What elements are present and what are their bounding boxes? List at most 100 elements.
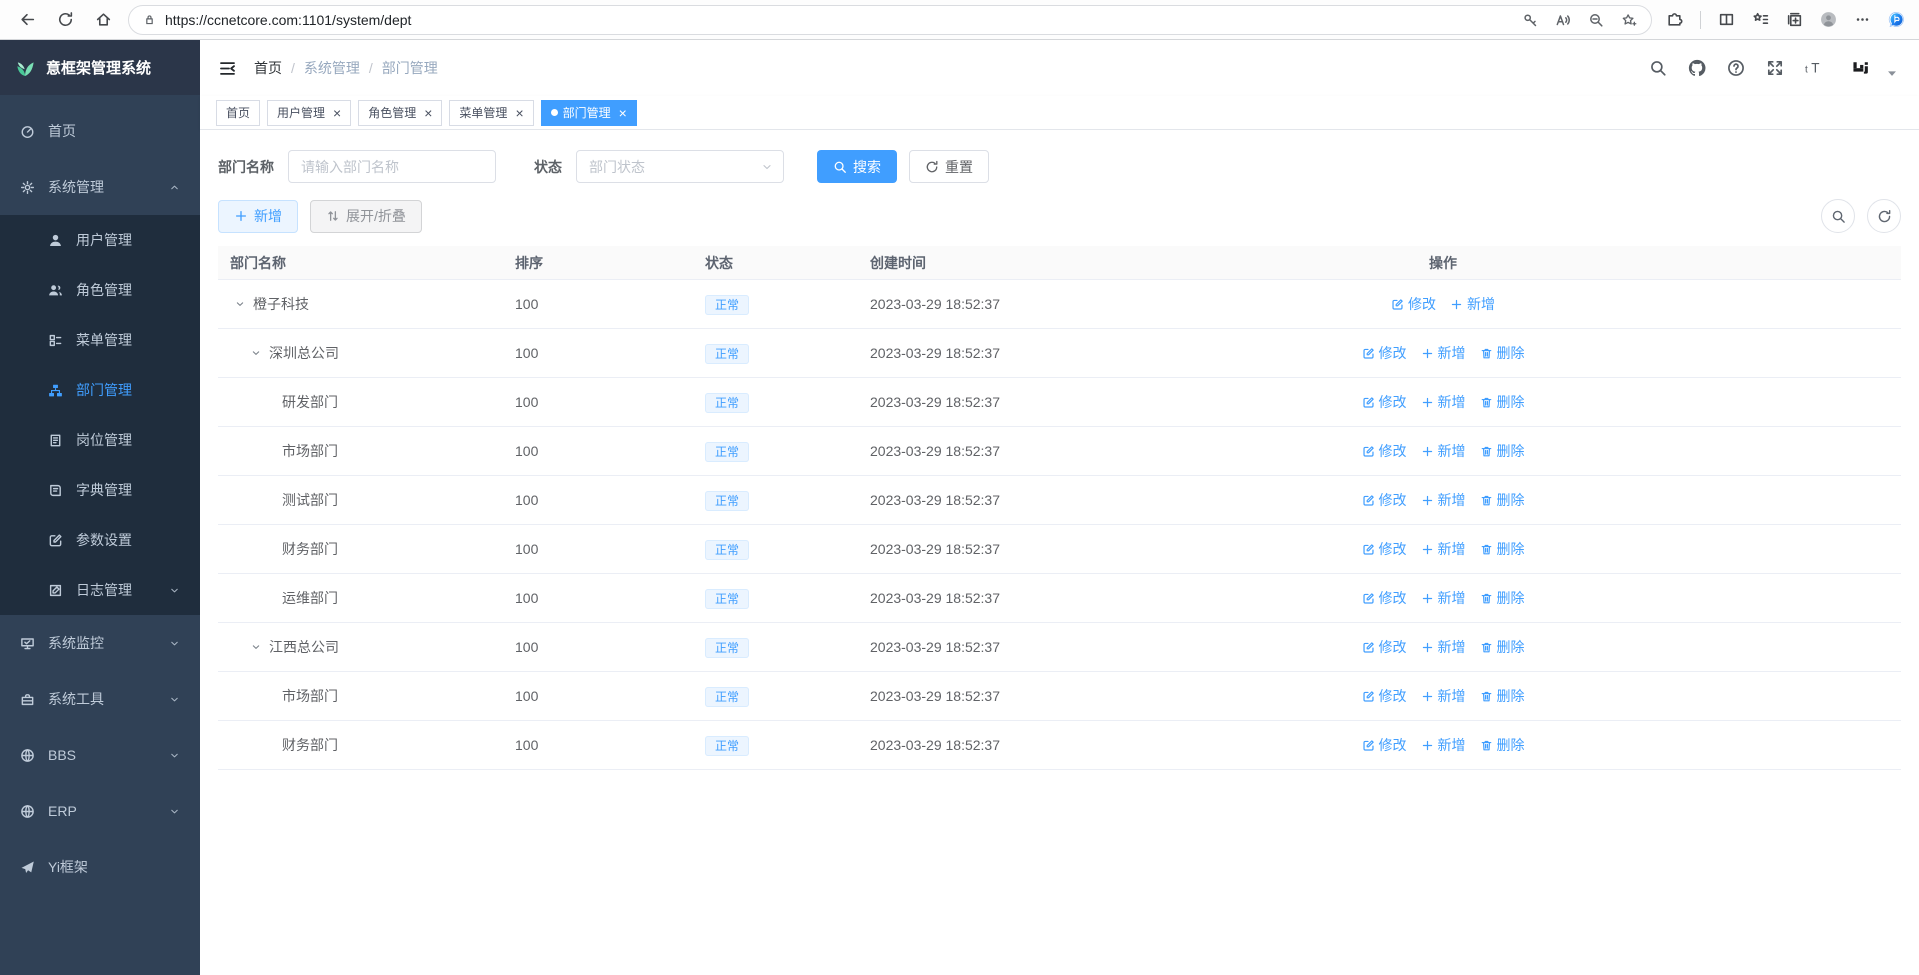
expand-collapse-button[interactable]: 展开/折叠 [310,200,422,233]
fullscreen-icon[interactable] [1766,59,1784,77]
delete-button[interactable]: 删除 [1480,735,1525,755]
toggle-search-button[interactable] [1821,199,1855,233]
browser-refresh-button[interactable] [52,7,78,33]
status-badge: 正常 [705,540,749,560]
sidebar-item-role-mgmt[interactable]: 角色管理 [0,265,200,315]
read-aloud-icon[interactable] [1555,12,1571,28]
reset-button[interactable]: 重置 [909,150,989,183]
tab-user-mgmt[interactable]: 用户管理× [267,100,351,126]
breadcrumb: 首页/系统管理/部门管理 [254,58,438,78]
modify-button[interactable]: 修改 [1362,735,1407,755]
browser-home-button[interactable] [90,7,116,33]
add-favorite-icon[interactable] [1621,12,1637,28]
collapse-row-icon[interactable] [250,347,262,359]
globe-icon [20,748,35,763]
status-select[interactable]: 部门状态 [576,150,784,183]
delete-button[interactable]: 删除 [1480,392,1525,412]
modify-button[interactable]: 修改 [1362,588,1407,608]
chevron-down-icon [169,585,180,596]
address-bar[interactable]: https://ccnetcore.com:1101/system/dept [128,5,1652,35]
sidebar-item-post-mgmt[interactable]: 岗位管理 [0,415,200,465]
collapse-row-icon[interactable] [234,298,246,310]
font-size-icon[interactable]: tT [1805,59,1823,77]
add-button[interactable]: 新增 [1421,686,1466,706]
add-button[interactable]: 新增 [1421,588,1466,608]
delete-button[interactable]: 删除 [1480,686,1525,706]
breadcrumb-item[interactable]: 首页 [254,58,282,78]
plus-icon [1421,543,1434,556]
collapse-sidebar-icon[interactable] [218,59,237,78]
url-text[interactable]: https://ccnetcore.com:1101/system/dept [165,12,1513,28]
modify-button[interactable]: 修改 [1362,637,1407,657]
delete-button[interactable]: 删除 [1480,343,1525,363]
modify-button[interactable]: 修改 [1362,490,1407,510]
modify-button[interactable]: 修改 [1362,343,1407,363]
delete-button[interactable]: 删除 [1480,490,1525,510]
delete-button[interactable]: 删除 [1480,588,1525,608]
tab-home[interactable]: 首页 [216,100,260,126]
zoom-out-icon[interactable] [1588,12,1604,28]
collections-icon[interactable] [1786,11,1803,28]
favorites-icon[interactable] [1752,11,1769,28]
search-button[interactable]: 搜索 [817,150,897,183]
modify-button[interactable]: 修改 [1362,686,1407,706]
close-tab-icon[interactable]: × [424,106,432,120]
profile-avatar[interactable] [1820,11,1837,28]
add-button[interactable]: 新增 [1450,294,1495,314]
sidebar-item-dict-mgmt[interactable]: 字典管理 [0,465,200,515]
header-search-icon[interactable] [1649,59,1667,77]
sidebar-item-system-mgmt[interactable]: 系统管理 [0,159,200,215]
sidebar-item-home[interactable]: 首页 [0,103,200,159]
close-tab-icon[interactable]: × [619,106,627,120]
refresh-table-button[interactable] [1867,199,1901,233]
sidebar-item-yi-framework[interactable]: Yi框架 [0,839,200,895]
delete-button[interactable]: 删除 [1480,637,1525,657]
chevron-down-icon [761,161,773,173]
sidebar-item-system-tools[interactable]: 系统工具 [0,671,200,727]
collapse-row-icon[interactable] [250,641,262,653]
add-button[interactable]: 新增 [1421,392,1466,412]
sidebar-item-dept-mgmt[interactable]: 部门管理 [0,365,200,415]
help-icon[interactable] [1727,59,1745,77]
user-avatar[interactable] [1852,59,1870,77]
sidebar-item-bbs[interactable]: BBS [0,727,200,783]
modify-button[interactable]: 修改 [1362,441,1407,461]
add-button[interactable]: 新增 [1421,637,1466,657]
delete-button[interactable]: 删除 [1480,539,1525,559]
split-screen-icon[interactable] [1718,11,1735,28]
copilot-icon[interactable] [1888,11,1905,28]
add-button[interactable]: 新增 [1421,441,1466,461]
sidebar-item-erp[interactable]: ERP [0,783,200,839]
sidebar-item-system-monitor[interactable]: 系统监控 [0,615,200,671]
sidebar-item-log-mgmt[interactable]: 日志管理 [0,565,200,615]
add-button[interactable]: 新增 [1421,490,1466,510]
user-menu-caret-icon[interactable] [1883,64,1901,82]
sidebar-item-menu-mgmt[interactable]: 菜单管理 [0,315,200,365]
book-icon [48,483,63,498]
sidebar-item-param-settings[interactable]: 参数设置 [0,515,200,565]
tab-menu-mgmt[interactable]: 菜单管理× [449,100,533,126]
add-button[interactable]: 新增 [1421,735,1466,755]
add-button[interactable]: 新增 [1421,539,1466,559]
dept-name-input[interactable] [288,150,496,183]
browser-menu-icon[interactable] [1854,11,1871,28]
extensions-icon[interactable] [1666,11,1683,28]
modify-button[interactable]: 修改 [1362,392,1407,412]
sidebar-item-label: 系统管理 [48,177,104,197]
edit-square-icon [1362,494,1375,507]
dept-name-cell: 市场部门 [218,686,503,706]
tab-dept-mgmt[interactable]: 部门管理× [541,100,637,126]
github-icon[interactable] [1688,59,1706,77]
add-button[interactable]: 新增 [218,200,298,233]
modify-button[interactable]: 修改 [1391,294,1436,314]
password-icon[interactable] [1522,12,1538,28]
add-button[interactable]: 新增 [1421,343,1466,363]
modify-button[interactable]: 修改 [1362,539,1407,559]
sidebar-item-user-mgmt[interactable]: 用户管理 [0,215,200,265]
close-tab-icon[interactable]: × [333,106,341,120]
delete-button[interactable]: 删除 [1480,441,1525,461]
browser-back-button[interactable] [14,7,40,33]
tab-role-mgmt[interactable]: 角色管理× [358,100,442,126]
close-tab-icon[interactable]: × [515,106,523,120]
created-time-cell: 2023-03-29 18:52:37 [858,394,1168,410]
